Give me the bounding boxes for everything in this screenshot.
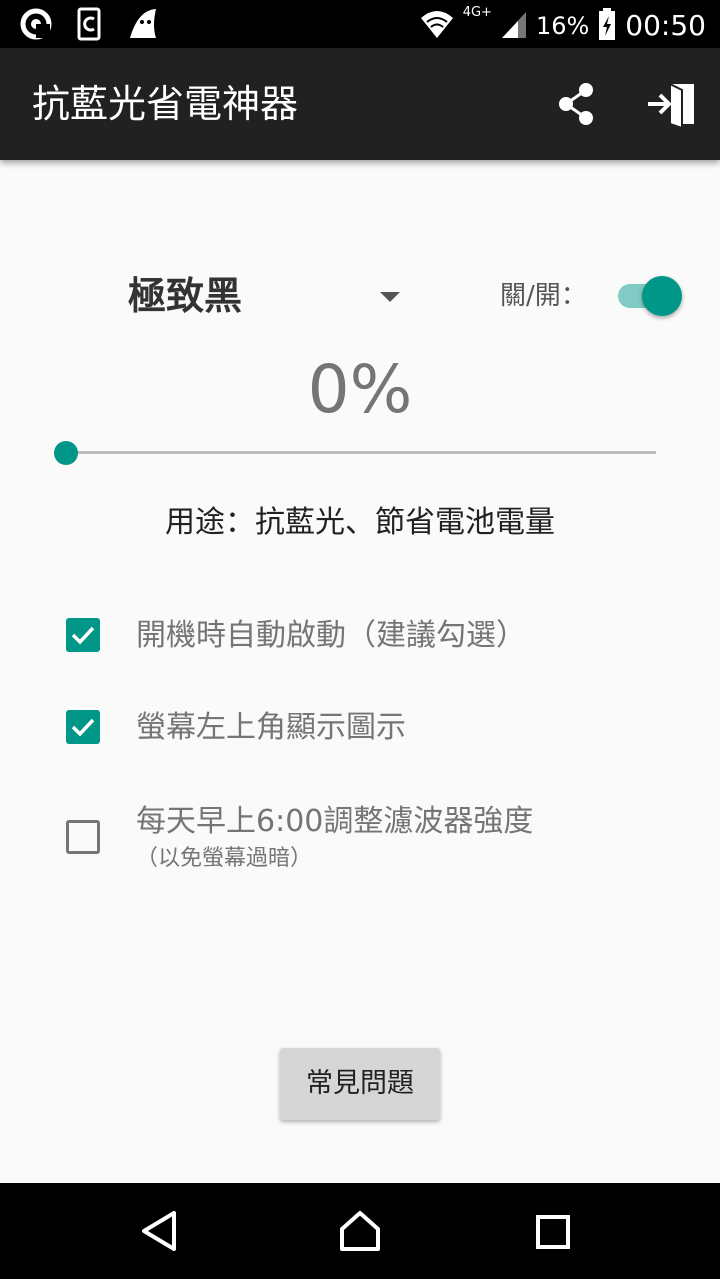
home-icon [340,1211,380,1251]
wifi-icon [419,6,455,46]
share-icon [559,83,593,125]
app-notification-icon [18,6,54,46]
recents-icon [536,1215,570,1249]
auto-start-label: 開機時自動啟動（建議勾選） [136,618,526,653]
show-icon-checkbox[interactable] [66,710,100,744]
usage-description: 用途：抗藍光、節省電池電量 [165,505,555,540]
checkmark-icon [71,626,95,645]
network-type: 4G+ [462,5,492,20]
back-icon [142,1211,176,1251]
toggle-label: 關/開： [500,281,587,311]
mode-selected-value: 極致黑 [128,274,243,318]
switch-thumb [642,276,682,316]
mode-dropdown[interactable]: 極致黑 [128,268,418,324]
exit-button[interactable] [644,76,700,132]
share-button[interactable] [548,76,604,132]
ghost-icon [126,6,162,46]
checkmark-icon [71,718,95,737]
intensity-slider[interactable] [54,438,658,468]
morning-adjust-label: 每天早上6:00調整濾波器強度 [136,804,534,839]
show-icon-label: 螢幕左上角顯示圖示 [136,710,406,745]
clipboard-icon [72,6,108,46]
auto-start-checkbox[interactable] [66,618,100,652]
recents-button[interactable] [528,1207,576,1255]
slider-thumb[interactable] [54,441,78,465]
dropdown-arrow-icon [380,292,400,302]
exit-icon [648,82,694,130]
option-morning-adjust[interactable]: 每天早上6:00調整濾波器強度 （以免螢幕過暗） [64,800,684,880]
filter-on-off-switch[interactable] [614,274,684,318]
app-title: 抗藍光省電神器 [32,82,299,126]
clock: 00:50 [625,9,706,42]
option-show-icon[interactable]: 螢幕左上角顯示圖示 [64,706,684,756]
faq-button[interactable]: 常見問題 [280,1048,440,1120]
morning-adjust-checkbox[interactable] [66,820,100,854]
back-button[interactable] [136,1207,184,1255]
intensity-percent: 0% [307,351,413,428]
option-auto-start[interactable]: 開機時自動啟動（建議勾選） [64,614,684,664]
battery-percent: 16% [535,12,590,40]
status-bar: 4G+ 16% 00:50 [0,0,720,48]
signal-icon [500,6,528,46]
slider-rail [66,451,656,454]
app-bar: 抗藍光省電神器 [0,48,720,160]
morning-adjust-sublabel: （以免螢幕過暗） [136,846,313,871]
battery-charging-icon [597,6,617,46]
navigation-bar [0,1183,720,1279]
home-button[interactable] [336,1207,384,1255]
